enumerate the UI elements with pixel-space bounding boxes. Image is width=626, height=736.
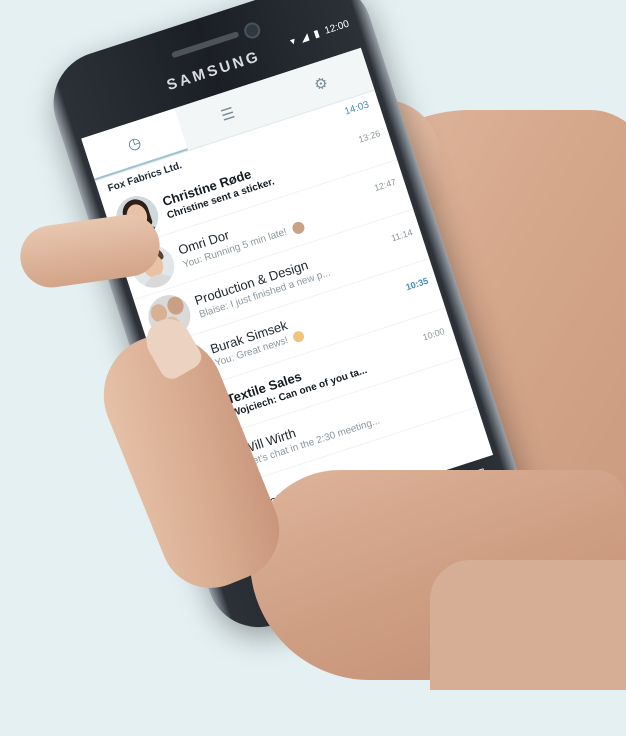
gear-icon: ⚙: [312, 74, 331, 95]
scene: SAMSUNG ▾ ◢ ▮ 12:00 ◷ ☰ ⚙ Fox Fabrics Lt…: [0, 0, 626, 690]
list-icon: ☰: [218, 104, 237, 125]
front-camera: [242, 20, 263, 41]
read-receipt-avatar: [291, 220, 307, 236]
speaker-grille: [171, 31, 240, 59]
avatar-face: [164, 294, 186, 317]
wrist: [430, 560, 626, 690]
emoji-icon: [291, 330, 306, 344]
signal-icon: ◢: [299, 31, 311, 45]
clock-icon: ◷: [125, 133, 144, 155]
battery-icon: ▮: [312, 28, 322, 41]
